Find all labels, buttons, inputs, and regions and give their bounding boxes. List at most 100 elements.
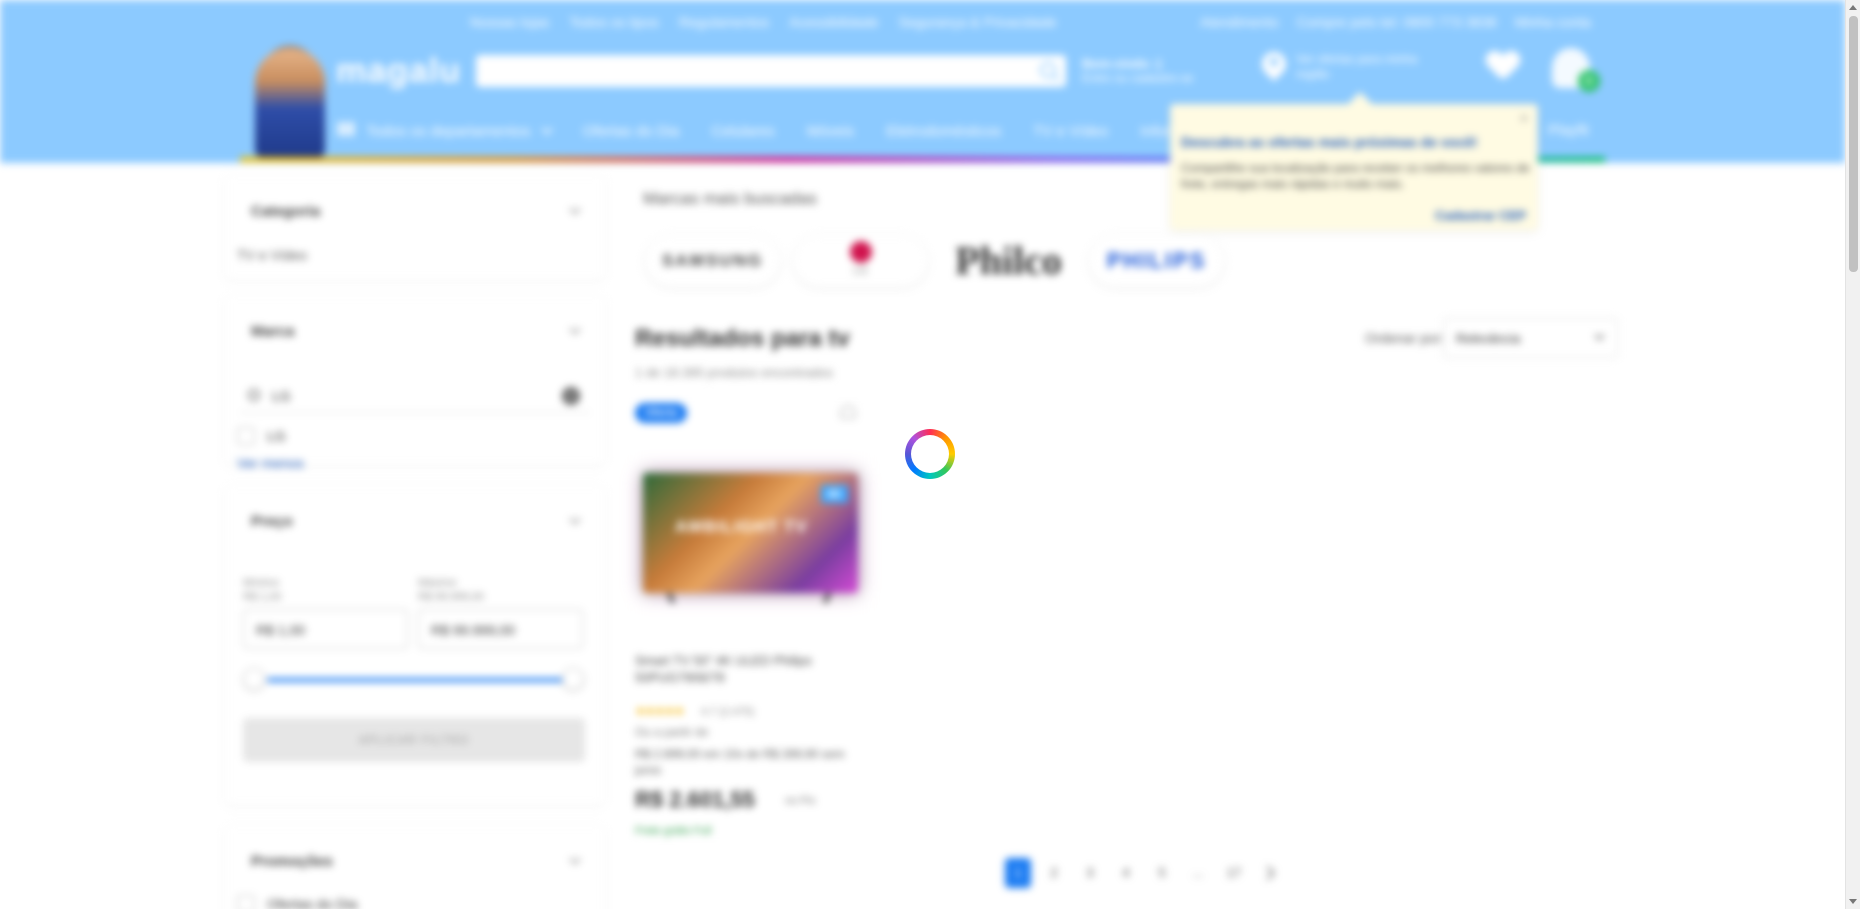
location-line: Ver ofertas para minha bbox=[1296, 52, 1418, 66]
chevron-down-icon[interactable] bbox=[569, 853, 581, 865]
nav-item-right[interactable]: Playfit bbox=[1548, 122, 1589, 139]
top-link[interactable]: Regulamentos bbox=[679, 14, 769, 30]
brand-checkbox[interactable] bbox=[237, 427, 255, 445]
top-link[interactable]: Acessibilidade bbox=[789, 14, 879, 30]
results-count: 1 de 18.395 produtos encontrados bbox=[635, 365, 834, 380]
brand-option-label: LG bbox=[267, 428, 286, 444]
scroll-down-icon[interactable] bbox=[1849, 899, 1857, 904]
location-selector[interactable]: Ver ofertas para minha região bbox=[1262, 52, 1426, 86]
top-link[interactable]: Segurança & Privacidade bbox=[899, 14, 1057, 30]
price-slider-track[interactable] bbox=[267, 678, 567, 682]
top-link[interactable]: Minha conta bbox=[1515, 14, 1591, 30]
product-image[interactable]: AMBILIGHT TV 4K bbox=[643, 473, 858, 593]
search-bar[interactable] bbox=[476, 55, 1066, 87]
scroll-up-icon[interactable] bbox=[1849, 5, 1857, 10]
chevron-down-icon bbox=[1594, 330, 1605, 341]
account-greeting[interactable]: Bem-vindo :) Entre ou cadastre-se bbox=[1082, 56, 1193, 86]
nav-item[interactable]: TV e Vídeo bbox=[1033, 123, 1108, 140]
page-button[interactable]: 2 bbox=[1041, 858, 1067, 888]
all-departments-menu[interactable]: Todos os departamentos bbox=[338, 122, 553, 140]
nav-item[interactable]: Celulares bbox=[711, 123, 774, 140]
scrollbar-thumb[interactable] bbox=[1849, 16, 1858, 272]
loading-spinner-icon bbox=[905, 429, 955, 479]
see-more-link[interactable]: Ver menos bbox=[237, 455, 304, 471]
location-tooltip: × Descubra as ofertas mais próximas de v… bbox=[1170, 92, 1538, 230]
apply-filter-button[interactable]: APLICAR FILTRO bbox=[243, 718, 585, 762]
price-slider-max-handle[interactable] bbox=[562, 668, 584, 690]
promo-checkbox[interactable] bbox=[237, 895, 255, 909]
brand-pill-samsung[interactable]: SAMSUNG bbox=[645, 235, 780, 287]
brand-search-field[interactable]: LG × bbox=[240, 379, 590, 413]
brand-label: Philco bbox=[955, 238, 1062, 283]
price-prefix: Ou a partir de bbox=[635, 725, 709, 739]
brand-pill-lg[interactable]: LG bbox=[793, 235, 928, 287]
location-text: Ver ofertas para minha região bbox=[1296, 52, 1426, 86]
nav-item[interactable]: Móveis bbox=[807, 123, 855, 140]
top-link[interactable]: Compre pelo tel: 0800 773 3838 bbox=[1297, 14, 1497, 30]
brand-pill-philco[interactable]: Philco bbox=[941, 235, 1076, 287]
price-slider-min-handle[interactable] bbox=[243, 668, 265, 690]
heart-icon[interactable] bbox=[840, 405, 856, 419]
rating-count: 4.7 (2.475) bbox=[701, 706, 755, 718]
page-button[interactable]: 4 bbox=[1113, 858, 1139, 888]
page-button[interactable]: 1 bbox=[1005, 858, 1031, 888]
filter-title: Preço bbox=[251, 513, 293, 530]
pin-icon bbox=[1262, 52, 1286, 86]
logo[interactable]: magalu bbox=[336, 52, 461, 91]
chevron-down-icon bbox=[540, 123, 553, 135]
category-filter: Categoria TV e Vídeo bbox=[225, 175, 605, 280]
sort-select[interactable]: Relevância bbox=[1443, 318, 1618, 358]
chevron-right-icon[interactable] bbox=[1260, 865, 1276, 881]
brand-pill-philips[interactable]: PHILIPS bbox=[1089, 235, 1224, 287]
tv-stand bbox=[823, 593, 831, 603]
sort-value: Relevância bbox=[1456, 331, 1521, 346]
tooltip-text: Compartilhe sua localização para receber… bbox=[1181, 161, 1530, 191]
top-link[interactable]: Todos os tipos bbox=[569, 14, 659, 30]
min-price-input[interactable]: R$ 1,00 bbox=[243, 609, 408, 649]
scrollbar[interactable] bbox=[1845, 0, 1860, 909]
brand-label: LG bbox=[853, 265, 868, 277]
search-icon[interactable] bbox=[1040, 62, 1056, 78]
category-value[interactable]: TV e Vídeo bbox=[237, 247, 307, 263]
top-links-right: Atendimento Compre pelo tel: 0800 773 38… bbox=[1200, 14, 1591, 30]
chevron-down-icon[interactable] bbox=[569, 513, 581, 525]
results-title: Resultados para tv bbox=[635, 325, 850, 352]
product-name[interactable]: Smart TV 50” 4K ULED Philips 50PUG7906/7… bbox=[635, 652, 835, 686]
cart-count-badge: 0 bbox=[1578, 70, 1600, 92]
offer-tag: Oferta bbox=[635, 403, 688, 423]
clear-icon[interactable]: × bbox=[562, 387, 580, 405]
product-image-badge: 4K bbox=[820, 485, 848, 503]
max-price-input[interactable]: R$ 99.999,00 bbox=[418, 609, 583, 649]
page-button[interactable]: 5 bbox=[1149, 858, 1175, 888]
chevron-down-icon[interactable] bbox=[569, 203, 581, 215]
close-icon[interactable]: × bbox=[1520, 110, 1528, 126]
top-links: Nossas lojas Todos os tipos Regulamentos… bbox=[470, 14, 1057, 30]
greeting-subtitle: Entre ou cadastre-se bbox=[1082, 71, 1194, 85]
mascot-avatar bbox=[255, 48, 325, 158]
filter-title: Categoria bbox=[251, 203, 321, 220]
page-button[interactable]: 3 bbox=[1077, 858, 1103, 888]
min-price-label: Mínimo R$ 1,00 bbox=[243, 576, 282, 604]
brand-label: PHILIPS bbox=[1106, 248, 1207, 273]
tooltip-title: Descubra as ofertas mais próximas de voc… bbox=[1181, 134, 1478, 150]
chevron-down-icon[interactable] bbox=[569, 323, 581, 335]
page-button[interactable]: 17 bbox=[1221, 858, 1247, 888]
product-card[interactable]: Oferta AMBILIGHT TV 4K Smart TV 50” 4K U… bbox=[635, 395, 870, 845]
heart-icon[interactable] bbox=[1486, 52, 1520, 82]
min-price-label-line: R$ 1,00 bbox=[243, 591, 282, 603]
top-link[interactable]: Atendimento bbox=[1200, 14, 1279, 30]
filter-sidebar: Categoria TV e Vídeo Marca LG × LG Ver m… bbox=[225, 175, 605, 909]
top-link[interactable]: Nossas lojas bbox=[470, 14, 549, 30]
max-price-label-line: R$ 99.999,00 bbox=[418, 591, 485, 603]
nav-item[interactable]: Eletrodomésticos bbox=[886, 123, 1001, 140]
nav-item[interactable]: Ofertas do Dia bbox=[583, 123, 680, 140]
lg-logo-icon bbox=[850, 241, 872, 263]
search-icon bbox=[248, 389, 260, 401]
brand-search-value: LG bbox=[272, 388, 291, 404]
filter-title: Promoções bbox=[251, 853, 333, 870]
location-line: região bbox=[1296, 67, 1330, 81]
register-cep-link[interactable]: Cadastrar CEP bbox=[1435, 208, 1526, 223]
search-input[interactable] bbox=[488, 61, 1008, 81]
all-departments-label: Todos os departamentos bbox=[366, 123, 531, 140]
installments: R$ 2.899,00 em 10x de R$ 289,90 sem juro… bbox=[635, 747, 845, 777]
